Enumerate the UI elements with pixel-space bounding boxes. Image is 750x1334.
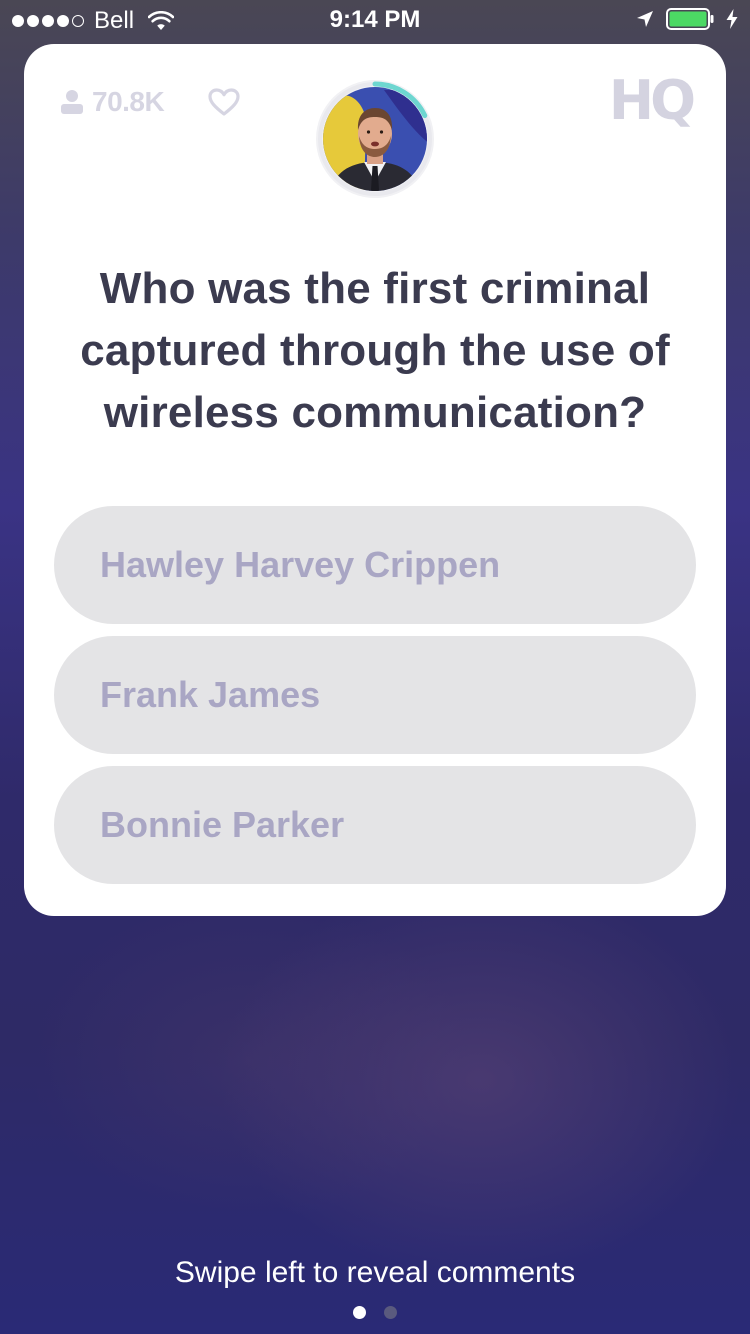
host-video-avatar: [316, 80, 434, 198]
swipe-hint: Swipe left to reveal comments: [174, 1256, 576, 1289]
answer-label: Frank James: [100, 674, 321, 715]
answer-option-3[interactable]: Bonnie Parker: [54, 766, 696, 884]
answer-list: Hawley Harvey Crippen Frank James Bonnie…: [54, 506, 696, 896]
status-indicators: [636, 8, 738, 30]
heart-icon[interactable]: [208, 88, 240, 116]
viewer-count-value: 70.8K: [92, 86, 165, 117]
question-card: 70.8K HQ Who was the first criminal capt…: [24, 44, 726, 916]
answer-label: Hawley Harvey Crippen: [100, 544, 501, 585]
location-arrow-icon: [637, 11, 653, 27]
page-dot-active: [353, 1306, 366, 1319]
viewer-count: 70.8K: [60, 86, 165, 118]
status-bar: Bell 9:14 PM: [0, 0, 750, 40]
answer-label: Bonnie Parker: [100, 804, 345, 845]
battery-icon: [666, 8, 714, 30]
hq-logo: HQ: [608, 69, 696, 132]
page-dot: [384, 1306, 397, 1319]
person-icon: [61, 90, 83, 114]
page-indicator[interactable]: [0, 1306, 750, 1319]
answer-option-2[interactable]: Frank James: [54, 636, 696, 754]
answer-option-1[interactable]: Hawley Harvey Crippen: [54, 506, 696, 624]
question-text: Who was the first criminal captured thro…: [80, 264, 670, 437]
charging-bolt-icon: [726, 9, 738, 29]
